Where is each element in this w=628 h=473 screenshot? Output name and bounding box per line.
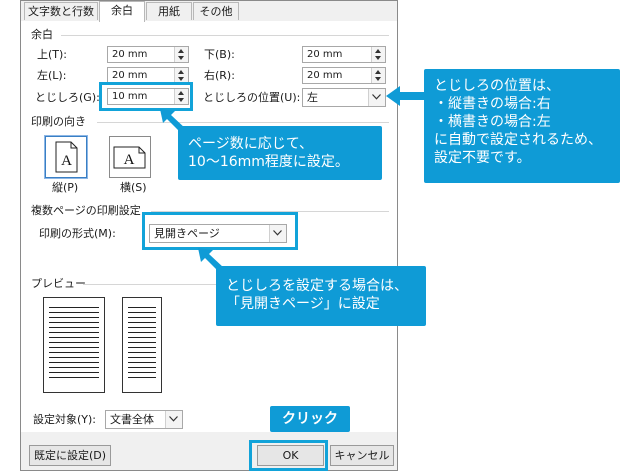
margins-separator xyxy=(61,35,389,36)
callout-line: 10〜16mm程度に設定。 xyxy=(188,154,349,170)
format-callout: とじしろを設定する場合は、 「見開きページ」に設定 xyxy=(216,266,426,326)
tab-characters-lines[interactable]: 文字数と行数 xyxy=(24,2,98,20)
margins-section-label: 余白 xyxy=(31,28,53,41)
format-highlight xyxy=(142,212,298,250)
chevron-down-icon[interactable] xyxy=(368,89,385,106)
arrow-up-left-icon xyxy=(160,109,186,133)
bottom-margin-label: 下(B): xyxy=(204,48,235,61)
orientation-separator xyxy=(97,122,389,123)
click-callout: クリック xyxy=(270,406,350,432)
gutter-position-value: 左 xyxy=(307,91,318,104)
top-margin-value: 20 mm xyxy=(112,49,148,60)
landscape-label: 横(S) xyxy=(120,181,147,194)
portrait-page-icon: A xyxy=(55,141,78,173)
tab-other[interactable]: その他 xyxy=(193,2,239,20)
ok-highlight xyxy=(249,440,328,471)
preview-right-page xyxy=(122,297,162,393)
apply-to-label: 設定対象(Y): xyxy=(33,413,97,426)
right-margin-stepper[interactable]: 20 mm xyxy=(302,67,386,84)
multi-page-section-label: 複数ページの印刷設定 xyxy=(31,204,141,217)
top-margin-label: 上(T): xyxy=(37,48,68,61)
arrow-left-icon xyxy=(386,86,426,106)
preview-left-page xyxy=(43,297,105,393)
left-margin-value: 20 mm xyxy=(112,70,148,81)
chevron-down-icon[interactable] xyxy=(165,411,182,428)
right-margin-value: 20 mm xyxy=(307,70,343,81)
orientation-section-label: 印刷の向き xyxy=(31,115,86,128)
preview-section-label: プレビュー xyxy=(31,277,86,290)
landscape-button[interactable]: A xyxy=(109,136,151,178)
callout-line: ページ数に応じて、 xyxy=(188,136,314,152)
apply-to-value: 文書全体 xyxy=(110,413,154,426)
gutter-position-select[interactable]: 左 xyxy=(302,88,386,107)
svg-text:A: A xyxy=(124,152,135,168)
bottom-margin-stepper[interactable]: 20 mm xyxy=(302,46,386,63)
cancel-button[interactable]: キャンセル xyxy=(330,445,394,466)
callout-line: 「見開きページ」に設定 xyxy=(226,296,380,312)
arrow-up-left-icon xyxy=(198,248,224,272)
spin-arrows-icon[interactable] xyxy=(174,68,188,83)
spin-arrows-icon[interactable] xyxy=(371,68,385,83)
portrait-label: 縦(P) xyxy=(52,181,79,194)
set-default-button[interactable]: 既定に設定(D) xyxy=(29,445,111,466)
print-format-label: 印刷の形式(M): xyxy=(39,227,116,240)
bottom-margin-value: 20 mm xyxy=(307,49,343,60)
spin-arrows-icon[interactable] xyxy=(174,47,188,62)
gutter-position-callout: とじしろの位置は、 ・縦書きの場合:右 ・横書きの場合:左 に自動で設定されるた… xyxy=(424,69,620,183)
callout-line: ・横書きの場合:左 xyxy=(434,114,551,130)
callout-line: とじしろの位置は、 xyxy=(434,78,560,94)
callout-line: 設定不要です。 xyxy=(434,150,531,166)
right-margin-label: 右(R): xyxy=(204,69,235,82)
callout-line: ・縦書きの場合:右 xyxy=(434,96,551,112)
gutter-label: とじしろ(G): xyxy=(35,91,100,104)
spin-arrows-icon[interactable] xyxy=(371,47,385,62)
svg-text:A: A xyxy=(61,153,72,169)
apply-to-select[interactable]: 文書全体 xyxy=(105,410,183,429)
tab-paper[interactable]: 用紙 xyxy=(146,2,192,20)
tab-strip: 文字数と行数 余白 用紙 その他 xyxy=(21,1,397,22)
top-margin-stepper[interactable]: 20 mm xyxy=(107,46,189,63)
left-margin-label: 左(L): xyxy=(37,69,67,82)
tab-margins[interactable]: 余白 xyxy=(99,1,145,22)
portrait-button[interactable]: A xyxy=(45,136,87,178)
landscape-page-icon: A xyxy=(113,146,146,169)
gutter-value-callout: ページ数に応じて、 10〜16mm程度に設定。 xyxy=(178,126,382,180)
callout-line: に自動で設定されるため、 xyxy=(434,132,602,148)
callout-line: とじしろを設定する場合は、 xyxy=(226,278,408,294)
gutter-position-label: とじしろの位置(U): xyxy=(203,91,301,104)
